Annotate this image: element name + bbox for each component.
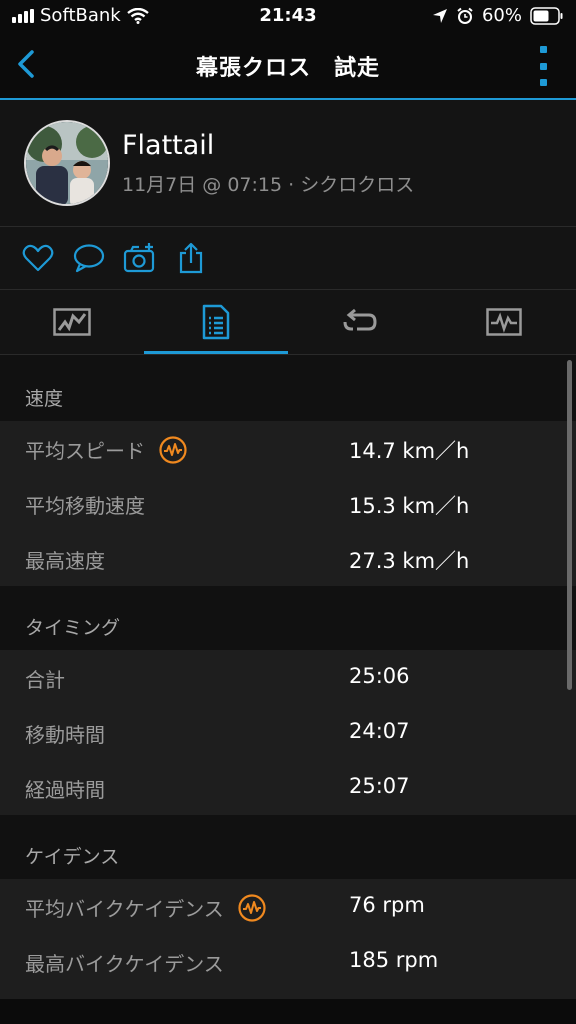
tab-stats[interactable] (144, 290, 288, 354)
stat-row: 平均移動速度 15.3 km／h (0, 476, 576, 531)
add-photo-icon[interactable] (123, 241, 157, 275)
status-right: 60% (432, 5, 564, 26)
activity-header: Flattail 11月7日 @ 07:15 · シクロクロス (0, 100, 576, 227)
battery-percent: 60% (481, 5, 522, 26)
stat-value: 15.3 km／h (349, 494, 470, 518)
tab-laps[interactable] (288, 290, 432, 354)
action-bar (0, 227, 576, 290)
tab-bar (0, 290, 576, 355)
stat-label: 最高バイクケイデンス (25, 952, 224, 976)
stat-value: 24:07 (349, 719, 410, 743)
performance-icon[interactable] (238, 893, 266, 922)
stat-value: 185 rpm (349, 948, 439, 972)
stats-list-icon (202, 304, 230, 340)
stat-row: 平均スピード 14.7 km／h (0, 421, 576, 476)
stat-value: 76 rpm (349, 893, 425, 917)
page-title: 幕張クロス 試走 (195, 56, 380, 81)
stat-label: 平均バイクケイデンス (25, 897, 224, 921)
stat-row: 合計 25:06 (0, 650, 576, 705)
stat-row: 最高バイクケイデンス 185 rpm (0, 934, 576, 989)
laps-icon (343, 308, 377, 331)
user-name[interactable]: Flattail (122, 130, 214, 161)
row-spacer (0, 989, 576, 999)
stat-value: 25:07 (349, 774, 410, 798)
section-header-timing: タイミング (0, 586, 576, 650)
stat-value: 14.7 km／h (349, 439, 470, 463)
stat-label: 平均スピード (25, 439, 145, 463)
location-arrow-icon (432, 8, 447, 23)
tab-charts[interactable] (432, 290, 576, 354)
stat-label: 合計 (25, 668, 65, 692)
chart-icon (486, 308, 522, 336)
tab-selected-indicator (144, 351, 288, 354)
stat-label: 最高速度 (25, 549, 105, 573)
stat-label: 経過時間 (25, 778, 105, 802)
stat-label: 移動時間 (25, 723, 105, 747)
activity-meta: 11月7日 @ 07:15 · シクロクロス (122, 174, 415, 196)
section-header-speed: 速度 (0, 355, 576, 421)
share-icon[interactable] (174, 241, 208, 275)
tab-map[interactable] (0, 290, 144, 354)
stat-value: 25:06 (349, 664, 410, 688)
stat-row: 平均バイクケイデンス 76 rpm (0, 879, 576, 934)
status-bar: SoftBank 21:43 60% (0, 0, 576, 32)
stat-value: 27.3 km／h (349, 549, 470, 573)
scrollbar[interactable] (567, 360, 572, 690)
section-header-cadence: ケイデンス (0, 815, 576, 879)
stats-content: 速度 平均スピード 14.7 km／h 平均移動速度 15.3 km／h 最高速… (0, 355, 576, 1024)
stat-row: 移動時間 24:07 (0, 705, 576, 760)
alarm-icon (457, 7, 473, 24)
more-icon[interactable] (536, 46, 550, 86)
like-icon[interactable] (21, 241, 55, 275)
stat-row: 最高速度 27.3 km／h (0, 531, 576, 586)
stat-row: 経過時間 25:07 (0, 760, 576, 815)
stat-label: 平均移動速度 (25, 494, 145, 518)
map-icon (53, 308, 91, 336)
nav-bar: 幕張クロス 試走 (0, 32, 576, 100)
performance-icon[interactable] (159, 435, 187, 464)
avatar[interactable] (24, 120, 110, 206)
battery-icon (530, 6, 563, 25)
comment-icon[interactable] (72, 241, 106, 275)
